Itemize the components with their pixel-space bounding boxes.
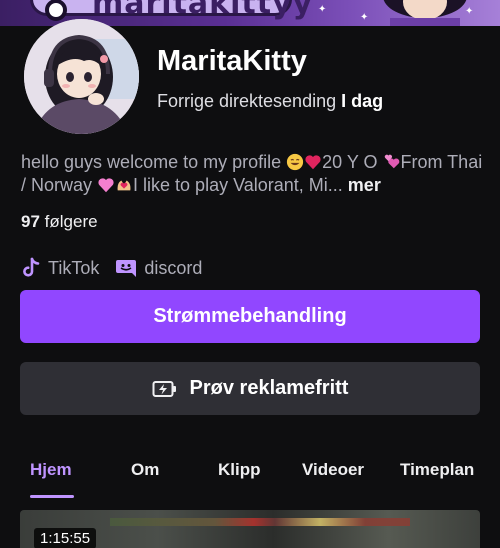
bio-more-link[interactable]: mer bbox=[343, 175, 381, 195]
video-thumbnail[interactable]: 1:15:55 bbox=[20, 510, 480, 548]
channel-bio: hello guys welcome to my profile 20 Y O … bbox=[21, 151, 491, 197]
red-heart-emoji-icon bbox=[305, 155, 321, 170]
social-link-discord[interactable]: discord bbox=[115, 258, 202, 279]
tab-home[interactable]: Hjem bbox=[30, 460, 72, 480]
last-live-status: Forrige direktesending I dag bbox=[157, 91, 383, 112]
last-live-time: I dag bbox=[341, 91, 384, 111]
stream-manager-button-label: Strømmebehandling bbox=[153, 305, 347, 327]
avatar-image bbox=[24, 19, 139, 134]
heart-hands-emoji-icon bbox=[117, 180, 131, 191]
try-ad-free-button-label: Prøv reklamefritt bbox=[189, 377, 349, 399]
bio-text-part: 20 Y O bbox=[322, 152, 383, 172]
tab-about[interactable]: Om bbox=[131, 460, 159, 480]
avatar[interactable] bbox=[24, 19, 139, 134]
video-duration-badge: 1:15:55 bbox=[34, 528, 97, 548]
video-thumbnail-game-hud bbox=[110, 518, 410, 526]
tab-schedule[interactable]: Timeplan bbox=[400, 460, 474, 480]
social-link-label: discord bbox=[144, 257, 203, 278]
bio-text-part: hello guys welcome to my profile bbox=[21, 152, 287, 172]
banner-title: maritakittyy bbox=[92, 0, 314, 21]
tab-clips[interactable]: Klipp bbox=[218, 460, 261, 480]
tab-videos[interactable]: Videoer bbox=[302, 460, 364, 480]
follower-count-label: følgere bbox=[39, 212, 98, 231]
discord-icon bbox=[116, 260, 137, 277]
channel-tabs: Hjem Om Klipp Videoer Timeplan bbox=[0, 455, 500, 498]
sparkle-icon: ✦ bbox=[318, 4, 327, 15]
channel-name: MaritaKitty bbox=[157, 45, 307, 77]
social-links: TikTok discord bbox=[21, 255, 202, 281]
social-link-tiktok[interactable]: TikTok bbox=[21, 257, 99, 279]
stream-manager-button[interactable]: Strømmebehandling bbox=[20, 290, 480, 343]
two-hearts-emoji-icon bbox=[384, 154, 399, 169]
follower-count: 97 følgere bbox=[21, 212, 98, 232]
banner-character-art bbox=[383, 0, 467, 26]
try-ad-free-button[interactable]: Prøv reklamefritt bbox=[20, 362, 480, 415]
tiktok-icon bbox=[23, 257, 40, 277]
active-tab-indicator bbox=[30, 495, 74, 498]
banner-logo-icon bbox=[45, 0, 67, 21]
bio-text-part: I like to play Valorant, Mi... bbox=[133, 175, 343, 195]
pink-heart-emoji-icon bbox=[98, 178, 114, 193]
sparkle-icon: ✦ bbox=[360, 12, 369, 23]
social-link-label: TikTok bbox=[48, 257, 100, 278]
battery-bolt-icon bbox=[152, 380, 176, 397]
grinning-face-emoji-icon bbox=[287, 153, 304, 171]
follower-count-number: 97 bbox=[21, 212, 40, 231]
last-live-label: Forrige direktesending bbox=[157, 91, 337, 111]
